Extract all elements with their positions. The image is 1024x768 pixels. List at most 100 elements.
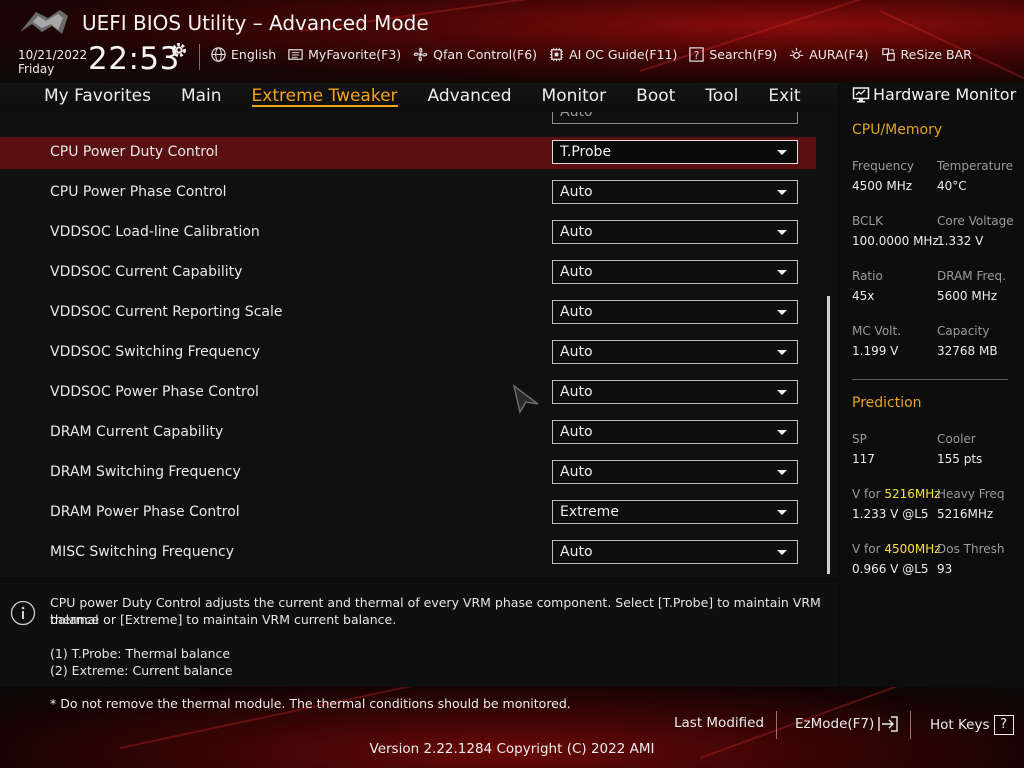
v-for-high-freq: 5216MHz [884, 487, 941, 501]
globe-icon [211, 47, 226, 62]
last-modified-button[interactable]: Last Modified [674, 715, 764, 731]
setting-dropdown[interactable]: Auto [552, 460, 798, 484]
mc-volt-label: MC Volt. [852, 324, 902, 338]
date-text: 10/21/2022 [18, 48, 88, 62]
v-for-text: V for [852, 487, 881, 501]
cooler-label: Cooler [937, 432, 976, 446]
fan-icon [413, 47, 428, 62]
setting-dropdown[interactable]: Auto [552, 540, 798, 564]
tab-my-favorites[interactable]: My Favorites [44, 83, 151, 112]
svg-text:?: ? [694, 50, 700, 62]
setting-label: VDDSOC Power Phase Control [50, 384, 259, 400]
thermal-warning-text: * Do not remove the thermal module. The … [50, 696, 571, 711]
tab-exit[interactable]: Exit [768, 83, 800, 112]
dram-freq-value: 5600 MHz [937, 289, 998, 303]
search-button[interactable]: ? Search(F9) [688, 46, 777, 63]
settings-scrollbar[interactable] [827, 296, 830, 574]
hot-keys-button[interactable]: Hot Keys ? [930, 715, 1014, 735]
footer-divider [776, 711, 777, 739]
setting-row-dram-current-capability[interactable]: DRAM Current Capability Auto [0, 417, 816, 449]
chevron-down-icon [777, 310, 787, 315]
chip-icon [549, 47, 564, 62]
setting-row-misc-switching-frequency[interactable]: MISC Switching Frequency Auto [0, 537, 816, 569]
header-bar: UEFI BIOS Utility – Advanced Mode 10/21/… [0, 0, 1024, 83]
qfan-control-label: Qfan Control(F6) [433, 47, 538, 62]
chevron-down-icon [777, 470, 787, 475]
v-for-high-label: V for 5216MHz [852, 487, 941, 501]
v-for-text: V for [852, 542, 881, 556]
window-title: UEFI BIOS Utility – Advanced Mode [82, 11, 429, 35]
setting-row-dram-power-phase-control[interactable]: DRAM Power Phase Control Extreme [0, 497, 816, 529]
setting-label: CPU Power Phase Control [50, 184, 227, 200]
ai-oc-guide-label: AI OC Guide(F11) [569, 47, 678, 62]
tab-advanced[interactable]: Advanced [428, 83, 512, 112]
search-label: Search(F9) [709, 47, 778, 62]
ezmode-button[interactable]: EzMode(F7) [795, 715, 899, 733]
tab-extreme-tweaker[interactable]: Extreme Tweaker [251, 83, 398, 107]
chevron-down-icon [777, 350, 787, 355]
qfan-control-button[interactable]: Qfan Control(F6) [412, 46, 537, 63]
language-label: English [231, 47, 277, 62]
help-text-line-2: balance or [Extreme] to maintain VRM cur… [50, 612, 397, 627]
setting-dropdown[interactable]: Auto [552, 300, 798, 324]
tab-tool[interactable]: Tool [705, 83, 738, 112]
setting-label: VDDSOC Current Capability [50, 264, 243, 280]
setting-dropdown[interactable]: Auto [552, 180, 798, 204]
setting-row-vddsoc-switching-frequency[interactable]: VDDSOC Switching Frequency Auto [0, 337, 816, 369]
clock-time: 22:53 [88, 41, 180, 77]
tab-main[interactable]: Main [181, 83, 222, 112]
tab-monitor[interactable]: Monitor [542, 83, 607, 112]
day-text: Friday [18, 62, 55, 76]
prediction-heading: Prediction [852, 395, 922, 411]
ratio-value: 45x [852, 289, 875, 303]
core-voltage-value: 1.332 V [937, 234, 984, 248]
setting-row-cpu-power-duty-control[interactable]: CPU Power Duty Control T.Probe [0, 137, 816, 169]
setting-dropdown[interactable]: Auto [552, 380, 798, 404]
dropdown-value: Auto [560, 264, 593, 280]
gear-icon[interactable] [170, 41, 188, 59]
resize-bar-icon [881, 48, 895, 61]
header-divider [199, 44, 200, 70]
dropdown-value: Auto [560, 424, 593, 440]
ezmode-label: EzMode(F7) [795, 716, 875, 732]
resize-bar-button[interactable]: ReSize BAR [880, 46, 972, 63]
help-text-line-4: (2) Extreme: Current balance [50, 663, 233, 678]
aura-light-icon [790, 47, 804, 59]
setting-row-dram-switching-frequency[interactable]: DRAM Switching Frequency Auto [0, 457, 816, 489]
setting-dropdown[interactable]: Auto [552, 260, 798, 284]
tab-boot[interactable]: Boot [636, 83, 675, 112]
setting-row-vddsoc-current-capability[interactable]: VDDSOC Current Capability Auto [0, 257, 816, 289]
hardware-monitor-title-text: Hardware Monitor [873, 85, 1017, 104]
ai-oc-guide-button[interactable]: AI OC Guide(F11) [548, 46, 677, 63]
setting-label: MISC Switching Frequency [50, 544, 235, 560]
header-toolbar: English MyFavorite(F3) Qfan Control(F6) … [210, 46, 983, 63]
setting-label: DRAM Switching Frequency [50, 464, 241, 480]
aura-button[interactable]: AURA(F4) [788, 46, 869, 63]
setting-dropdown[interactable]: T.Probe [552, 140, 798, 164]
setting-row-vddsoc-current-reporting-scale[interactable]: VDDSOC Current Reporting Scale Auto [0, 297, 816, 329]
dropdown-value: Extreme [560, 504, 619, 520]
v-for-low-freq: 4500MHz [884, 542, 941, 556]
setting-row-vddsoc-load-line-calibration[interactable]: VDDSOC Load-line Calibration Auto [0, 217, 816, 249]
chevron-down-icon [777, 510, 787, 515]
partial-dropdown[interactable]: Auto [552, 112, 798, 124]
dos-thresh-value: 93 [937, 562, 953, 576]
setting-dropdown[interactable]: Extreme [552, 500, 798, 524]
language-button[interactable]: English [210, 46, 276, 63]
info-icon [10, 600, 36, 626]
chevron-down-icon [777, 270, 787, 275]
partial-dropdown-value: Auto [560, 112, 593, 120]
myfavorite-button[interactable]: MyFavorite(F3) [287, 46, 401, 63]
setting-row-vddsoc-power-phase-control[interactable]: VDDSOC Power Phase Control Auto [0, 377, 816, 409]
setting-row-cpu-power-phase-control[interactable]: CPU Power Phase Control Auto [0, 177, 816, 209]
v-for-low-value: 0.966 V @L5 [852, 562, 929, 576]
dropdown-value: Auto [560, 344, 593, 360]
setting-dropdown[interactable]: Auto [552, 340, 798, 364]
setting-dropdown[interactable]: Auto [552, 220, 798, 244]
mouse-cursor-icon [512, 384, 539, 414]
dos-thresh-label: Dos Thresh [937, 542, 1005, 556]
setting-dropdown[interactable]: Auto [552, 420, 798, 444]
dropdown-value: Auto [560, 304, 593, 320]
dropdown-value: Auto [560, 384, 593, 400]
hardware-monitor-title: Hardware Monitor [852, 85, 1016, 104]
